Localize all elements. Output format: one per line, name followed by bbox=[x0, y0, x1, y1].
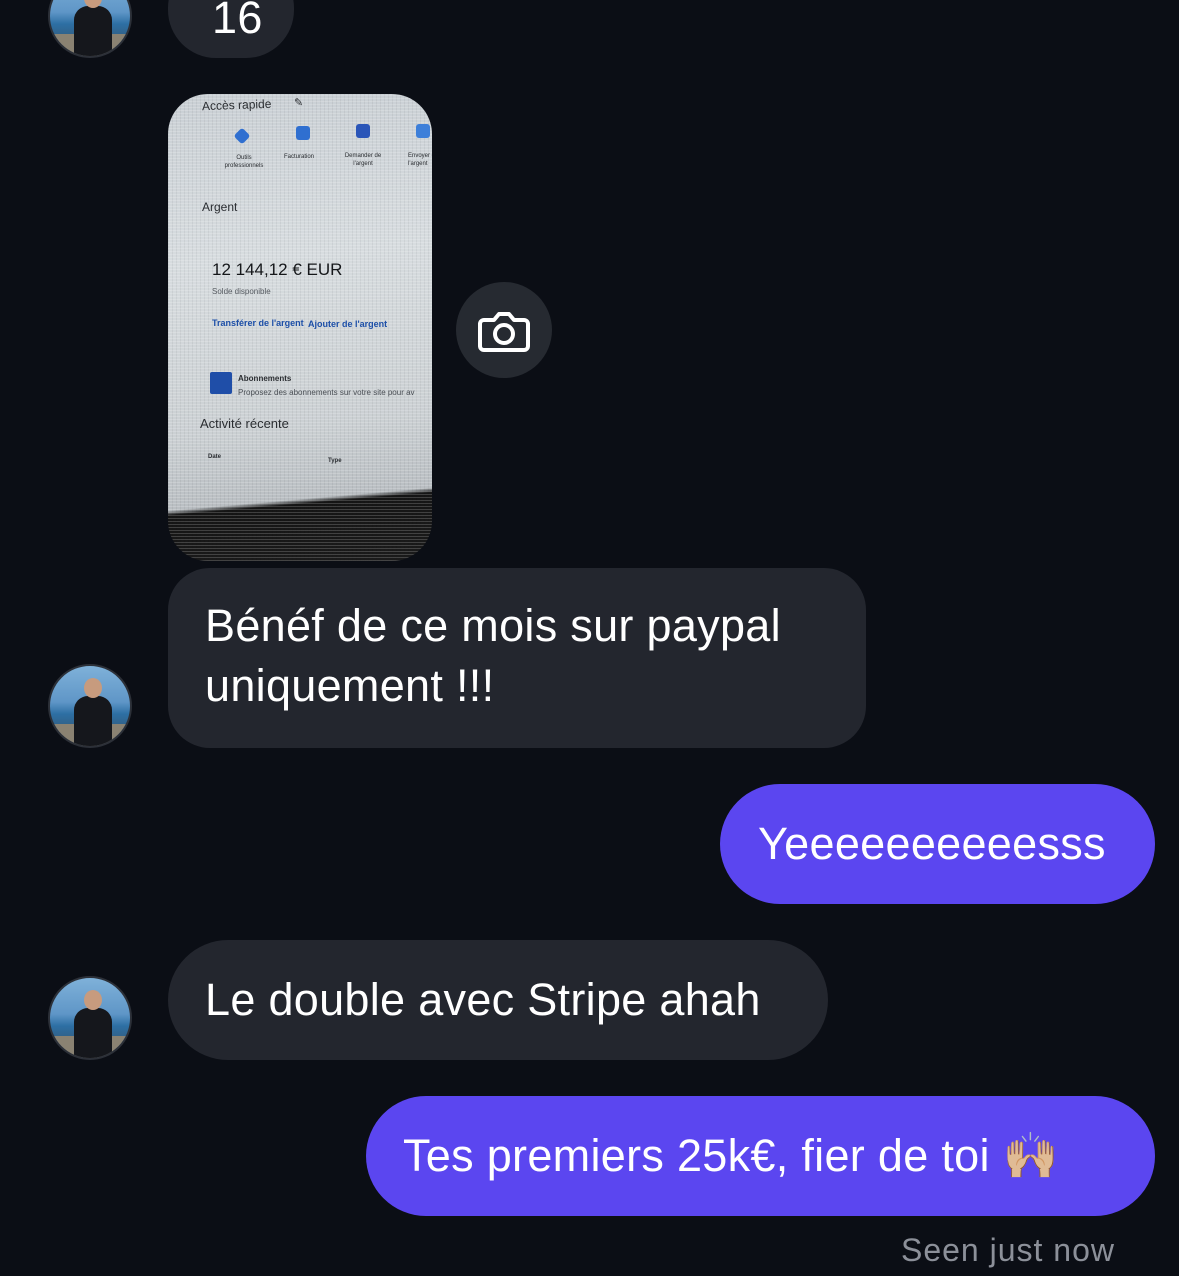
photo-quick-access-title: Accès rapide bbox=[201, 96, 272, 114]
invoice-icon bbox=[296, 126, 310, 140]
seen-status: Seen just now bbox=[900, 1232, 1115, 1268]
photo-recent-activity: Activité récente bbox=[200, 416, 289, 431]
message-bubble-incoming[interactable]: Le double avec Stripe ahah bbox=[168, 940, 828, 1060]
message-text-line: uniquement !!! bbox=[205, 660, 495, 711]
subscriptions-icon bbox=[210, 372, 232, 394]
photo-money-section: Argent bbox=[202, 200, 238, 214]
message-bubble-incoming[interactable]: Bénéf de ce mois sur paypal uniquement !… bbox=[168, 568, 866, 748]
message-text: 16 bbox=[212, 0, 263, 43]
contact-avatar[interactable] bbox=[48, 0, 132, 58]
photo-quick-item: Outils professionnels bbox=[224, 155, 264, 169]
message-text: Yeeeeeeeeeesss bbox=[758, 818, 1106, 869]
camera-icon bbox=[478, 312, 530, 352]
photo-balance: 12 144,12 € EUR bbox=[212, 260, 343, 279]
message-bubble-outgoing[interactable]: Tes premiers 25k€, fier de toi 🙌🏼 bbox=[366, 1096, 1155, 1216]
camera-button[interactable] bbox=[456, 282, 552, 378]
pencil-icon: ✎ bbox=[294, 97, 304, 109]
photo-subscriptions-title: Abonnements bbox=[238, 374, 292, 383]
message-bubble-outgoing[interactable]: Yeeeeeeeeeesss bbox=[720, 784, 1155, 904]
message-text: Tes premiers 25k€, fier de toi 🙌🏼 bbox=[403, 1130, 1059, 1181]
request-money-icon bbox=[356, 124, 370, 138]
photo-balance-caption: Solde disponible bbox=[212, 287, 271, 296]
photo-quick-item: Envoyer de l'argent bbox=[408, 153, 432, 167]
photo-col-type: Type bbox=[328, 458, 342, 464]
contact-avatar[interactable] bbox=[48, 664, 132, 748]
photo-col-date: Date bbox=[208, 454, 222, 460]
photo-add-link: Ajouter de l'argent bbox=[308, 319, 388, 329]
photo-transfer-link: Transférer de l'argent bbox=[212, 318, 304, 328]
photo-quick-item: Demander de l'argent bbox=[344, 153, 382, 167]
photo-quick-item: Facturation bbox=[284, 154, 315, 160]
message-text-line: Bénéf de ce mois sur paypal bbox=[205, 600, 781, 651]
send-money-icon bbox=[416, 124, 430, 138]
message-bubble-partial[interactable]: 16 bbox=[168, 0, 294, 58]
image-message[interactable]: Accès rapide ✎ Outils professionnels Fac… bbox=[168, 94, 432, 561]
photo-subscriptions-desc: Proposez des abonnements sur votre site … bbox=[238, 388, 415, 397]
message-text: Le double avec Stripe ahah bbox=[205, 974, 761, 1025]
contact-avatar[interactable] bbox=[48, 976, 132, 1060]
